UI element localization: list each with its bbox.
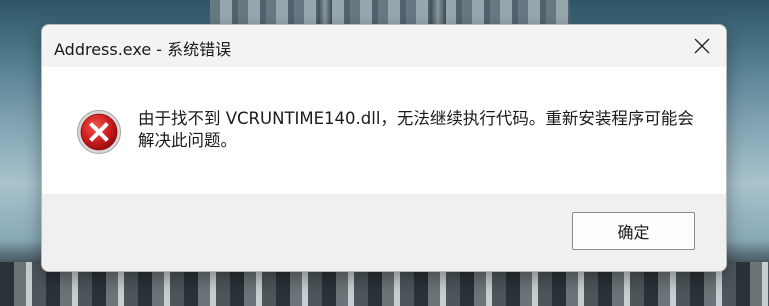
- close-button[interactable]: [678, 25, 726, 67]
- error-icon: [77, 110, 121, 154]
- close-icon: [694, 38, 710, 54]
- ok-button[interactable]: 确定: [572, 212, 695, 250]
- dialog-content: 由于找不到 VCRUNTIME140.dll，无法继续执行代码。重新安装程序可能…: [42, 67, 726, 194]
- error-dialog: Address.exe - 系统错误 由于找不到 VCRUNTIME140.dl…: [41, 24, 727, 272]
- dialog-title: Address.exe - 系统错误: [54, 40, 232, 59]
- dialog-footer: 确定: [42, 194, 726, 271]
- error-message: 由于找不到 VCRUNTIME140.dll，无法继续执行代码。重新安装程序可能…: [138, 109, 694, 150]
- dialog-titlebar[interactable]: Address.exe - 系统错误: [42, 25, 726, 67]
